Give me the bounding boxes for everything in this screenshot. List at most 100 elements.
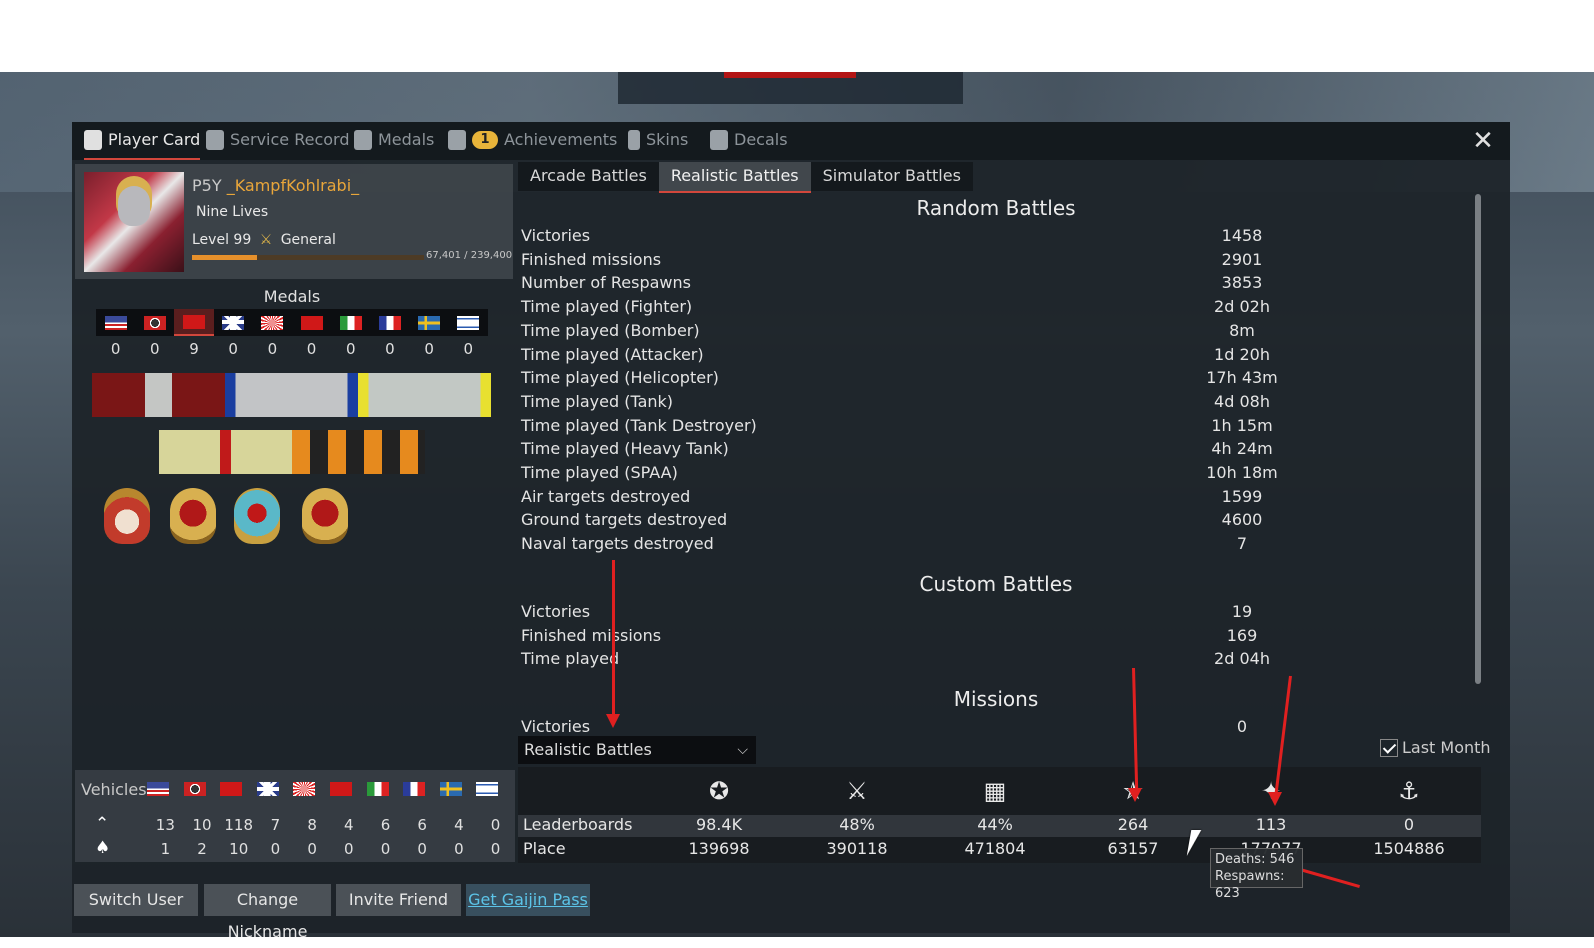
germany-flag-icon [143, 315, 166, 330]
leaderboard-mode-select[interactable]: Realistic Battles ⌵ [518, 736, 756, 764]
nation-tab-italy[interactable] [331, 309, 370, 336]
annotation-arrowhead [1268, 792, 1282, 806]
hammer-sickle-badge-icon[interactable] [170, 488, 216, 544]
nation-tab-usa[interactable] [96, 309, 135, 336]
tab-medals[interactable]: Medals [354, 122, 434, 158]
nation-tab-china[interactable] [292, 309, 331, 336]
stat-label: Number of Respawns [521, 273, 691, 293]
ace-icon: ♠ [95, 838, 111, 858]
stat-row: Victories 19 [521, 602, 1471, 626]
tab-label: Skins [646, 130, 689, 149]
nation-tab-sweden[interactable] [410, 309, 449, 336]
stat-value: 2d 04h [1214, 649, 1270, 669]
leaderboards-row: Leaderboards 98.4K 48% 44% 264 113 0 [518, 815, 1481, 837]
leaderboard-value[interactable]: 471804 [950, 839, 1040, 858]
medals-heading: Medals [263, 287, 321, 306]
stat-label: Time played (Helicopter) [521, 368, 719, 388]
vehicle-count: 0 [490, 816, 501, 834]
leaderboard-value[interactable]: 48% [812, 815, 902, 834]
stat-value: 2901 [1221, 249, 1263, 269]
stat-value: 19 [1231, 601, 1253, 621]
medal-ribbon[interactable] [292, 430, 425, 474]
france-flag-icon [378, 315, 401, 330]
stats-scrollbar[interactable] [1475, 194, 1481, 684]
stat-label: Time played [521, 649, 620, 669]
stat-value: 7 [1236, 534, 1248, 554]
avatar[interactable] [84, 172, 184, 272]
stat-row: Naval targets destroyed 7 [521, 534, 1471, 558]
vehicle-count: 4 [344, 816, 354, 834]
player-title[interactable]: Nine Lives [196, 204, 268, 220]
tab-service-record[interactable]: Service Record [206, 122, 350, 158]
squadron-tag[interactable]: P5Y [192, 176, 222, 195]
stat-value: 4h 24m [1211, 439, 1273, 459]
medal-count: 0 [267, 340, 278, 358]
hammer-sickle-badge-icon[interactable] [302, 488, 348, 544]
tab-decals[interactable]: Decals [710, 122, 788, 158]
stat-label: Time played (Tank) [521, 391, 674, 411]
tab-simulator-battles[interactable]: Simulator Battles [811, 162, 973, 191]
stat-row: Air targets destroyed 1599 [521, 487, 1471, 511]
vehicle-count: 0 [490, 840, 501, 858]
medal-ribbon[interactable] [358, 373, 491, 417]
vehicle-count: 0 [344, 840, 354, 858]
tab-achievements[interactable]: 1 Achievements [448, 122, 617, 158]
naval-kills-icon[interactable]: ⚓ [1390, 775, 1428, 807]
medal-ribbon[interactable] [92, 373, 225, 417]
leaderboard-value[interactable]: 0 [1364, 815, 1454, 834]
stat-row: Time played (Bomber) 8m [521, 321, 1471, 345]
place-icon[interactable]: ▦ [976, 775, 1014, 807]
leaderboard-value[interactable]: 63157 [1088, 839, 1178, 858]
stat-row: Number of Respawns 3853 [521, 273, 1471, 297]
nation-tab-france[interactable] [370, 309, 409, 336]
leaderboard-value[interactable]: 1504886 [1364, 839, 1454, 858]
leaderboard-value[interactable]: 139698 [674, 839, 764, 858]
stat-label: Time played (Heavy Tank) [521, 439, 729, 459]
star-badge-icon[interactable] [234, 488, 280, 544]
nickname: _KampfKohlrabi_ [226, 176, 360, 195]
vehicle-count: 6 [380, 816, 391, 834]
tab-realistic-battles[interactable]: Realistic Battles [658, 162, 811, 193]
tab-label: Player Card [108, 130, 201, 149]
leaderboard-value[interactable]: 264 [1088, 815, 1178, 834]
leaderboard-value[interactable]: 44% [950, 815, 1040, 834]
leaderboard-value[interactable]: 113 [1226, 815, 1316, 834]
last-month-checkbox[interactable]: Last Month [1380, 738, 1491, 757]
vehicles-label: Vehicles [81, 780, 147, 799]
tab-arcade-battles[interactable]: Arcade Battles [518, 162, 659, 191]
nation-tab-uk[interactable] [214, 309, 253, 336]
get-gaijin-pass-button[interactable]: Get Gaijin Pass [466, 884, 590, 916]
change-nickname-button[interactable]: Change Nickname [204, 884, 331, 941]
stat-label: Time played (Bomber) [521, 320, 700, 340]
sweden-flag-icon [439, 782, 462, 796]
order-badge-icon[interactable] [104, 488, 150, 544]
leaderboards-table: ✪ ⚔ ▦ ✯ ✦ ⚓ Leaderboards 98.4K 48% 44% 264 113 0 P… [518, 767, 1481, 863]
rank-text: General [280, 232, 336, 248]
stat-label: Time played (Fighter) [521, 297, 693, 317]
medal-ribbon[interactable] [159, 430, 292, 474]
select-value: Realistic Battles [524, 740, 652, 759]
usa-flag-icon [147, 782, 169, 796]
tab-player-card[interactable]: Player Card [84, 122, 201, 160]
switch-user-button[interactable]: Switch User [74, 884, 198, 916]
leaderboard-value[interactable]: 390118 [812, 839, 902, 858]
sweden-flag-icon [418, 315, 441, 330]
nation-tab-ussr[interactable] [174, 309, 214, 336]
vehicle-count: 4 [454, 816, 464, 834]
page-top-blank [0, 0, 1594, 72]
leaderboard-value[interactable]: 98.4K [674, 815, 764, 834]
nation-tab-israel[interactable] [449, 309, 488, 336]
kills-icon[interactable]: ⚔ [838, 775, 876, 807]
close-icon[interactable]: ✕ [1470, 128, 1496, 154]
tab-skins[interactable]: Skins [628, 122, 688, 158]
nation-tab-germany[interactable] [135, 309, 174, 336]
victories-icon[interactable]: ✪ [700, 775, 738, 807]
invite-friend-button[interactable]: Invite Friend [336, 884, 461, 916]
medal-count: 0 [463, 340, 474, 358]
tab-label: Service Record [230, 130, 350, 149]
nation-tab-japan[interactable] [253, 309, 292, 336]
usa-flag-icon [104, 315, 127, 330]
medal-ribbon[interactable] [225, 373, 358, 417]
stat-label: Time played (Tank Destroyer) [521, 415, 757, 435]
chevron-down-icon: ⌵ [737, 742, 748, 758]
